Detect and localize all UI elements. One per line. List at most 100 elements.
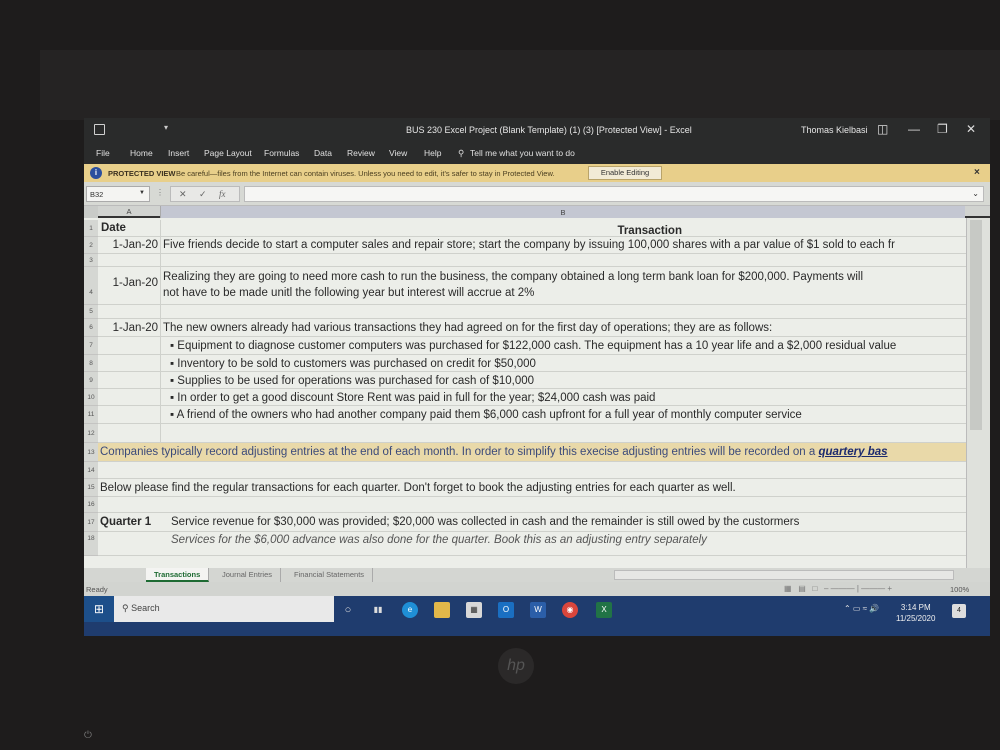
quick-access-dropdown-icon[interactable]: ▾ — [164, 123, 168, 132]
cell-a8[interactable] — [98, 355, 161, 371]
row-header[interactable]: 6 — [84, 319, 98, 337]
name-box[interactable]: B32 ▼ — [86, 186, 150, 202]
row-header[interactable]: 4 — [84, 267, 98, 305]
system-tray[interactable]: ⌃ ▭ ≈ 🔊 — [844, 604, 879, 613]
sheet-tab-journal-entries[interactable]: Journal Entries — [214, 568, 282, 582]
user-name[interactable]: Thomas Kielbasi — [801, 125, 868, 135]
insert-function-icon[interactable]: fx — [219, 189, 226, 199]
tab-file[interactable]: File — [96, 148, 110, 158]
save-icon[interactable] — [94, 124, 105, 135]
screen: ▾ BUS 230 Excel Project (Blank Template)… — [84, 118, 990, 636]
row-header[interactable]: 7 — [84, 337, 98, 355]
table-row: Below please find the regular transactio… — [98, 479, 966, 497]
clock[interactable]: 3:14 PM 11/25/2020 — [896, 602, 935, 624]
sheet-tab-transactions[interactable]: Transactions — [146, 568, 210, 582]
tab-help[interactable]: Help — [424, 148, 441, 158]
chevron-down-icon[interactable]: ▼ — [139, 190, 145, 196]
windows-start-icon[interactable]: ⊞ — [84, 596, 114, 622]
row-header[interactable]: 14 — [84, 462, 98, 479]
row-header[interactable]: 13 — [84, 443, 98, 462]
row-header[interactable]: 3 — [84, 254, 98, 267]
horizontal-scrollbar[interactable] — [614, 570, 954, 580]
cell-b10[interactable]: ▪ In order to get a good discount Store … — [168, 389, 657, 407]
cancel-icon[interactable]: ✕ — [179, 189, 187, 200]
cell-a13[interactable]: Companies typically record adjusting ent… — [100, 446, 888, 458]
sheet-tab-financial-statements[interactable]: Financial Statements — [286, 568, 374, 582]
view-buttons[interactable]: ▦ ▤ □ – ——— | ——— + — [784, 584, 892, 593]
cell-a9[interactable] — [98, 372, 161, 388]
store-icon[interactable]: ▦ — [466, 602, 482, 618]
file-explorer-icon[interactable] — [434, 602, 450, 618]
row-header[interactable]: 5 — [84, 305, 98, 319]
taskbar-search[interactable]: ⚲ Search — [114, 596, 334, 622]
formula-input[interactable]: ⌄ — [244, 186, 984, 202]
cell-b7[interactable]: ▪ Equipment to diagnose customer compute… — [168, 337, 898, 355]
tab-insert[interactable]: Insert — [168, 148, 189, 158]
cell-b2[interactable]: Five friends decide to start a computer … — [161, 237, 897, 253]
cell-a1[interactable]: Date — [98, 220, 161, 236]
clock-time: 3:14 PM — [900, 603, 931, 612]
column-header-b[interactable]: B — [161, 206, 965, 218]
row-header[interactable]: 16 — [84, 497, 98, 513]
scroll-thumb[interactable] — [970, 220, 982, 430]
row-header[interactable]: 12 — [84, 424, 98, 443]
zoom-level[interactable]: 100% — [950, 585, 969, 594]
expand-formula-bar-icon[interactable]: ⌄ — [972, 189, 979, 198]
restore-icon[interactable]: ❐ — [937, 122, 948, 136]
cell-b4[interactable]: Realizing they are going to need more ca… — [161, 267, 865, 303]
cell-a10[interactable] — [98, 389, 161, 405]
lightbulb-icon: ⚲ — [458, 148, 465, 158]
tab-home[interactable]: Home — [130, 148, 153, 158]
cell-b8[interactable]: ▪ Inventory to be sold to customers was … — [168, 355, 538, 373]
tell-me-search[interactable]: Tell me what you want to do — [470, 148, 575, 158]
task-view-icon[interactable]: ▮▮ — [370, 602, 386, 618]
cell-b6[interactable]: The new owners already had various trans… — [161, 319, 774, 337]
row-header[interactable]: 15 — [84, 479, 98, 497]
cell-a12[interactable] — [98, 424, 161, 442]
chrome-icon[interactable]: ◉ — [562, 602, 578, 618]
minimize-icon[interactable]: — — [908, 122, 920, 136]
cell-a2[interactable]: 1-Jan-20 — [98, 237, 161, 253]
tab-view[interactable]: View — [389, 148, 407, 158]
tab-review[interactable]: Review — [347, 148, 375, 158]
cell-a6[interactable]: 1-Jan-20 — [98, 319, 161, 336]
word-icon[interactable]: W — [530, 602, 546, 618]
edge-icon[interactable]: e — [402, 602, 418, 618]
enable-editing-button[interactable]: Enable Editing — [588, 166, 662, 180]
vertical-scrollbar[interactable] — [966, 218, 990, 568]
cell-a7[interactable] — [98, 337, 161, 354]
row-header[interactable]: 2 — [84, 237, 98, 254]
tab-formulas[interactable]: Formulas — [264, 148, 299, 158]
notifications-icon[interactable]: 4 — [952, 604, 966, 618]
enter-icon[interactable]: ✓ — [199, 189, 207, 200]
select-all-button[interactable] — [84, 206, 98, 218]
excel-icon[interactable]: X — [596, 602, 612, 618]
row-header[interactable]: 18 — [84, 532, 98, 556]
cell-b17[interactable]: Service revenue for $30,000 was provided… — [171, 516, 799, 528]
tab-data[interactable]: Data — [314, 148, 332, 158]
cell-b18[interactable]: Services for the $6,000 advance was also… — [171, 534, 707, 546]
cell-b9[interactable]: ▪ Supplies to be used for operations was… — [168, 372, 536, 390]
cell-b11[interactable]: ▪ A friend of the owners who had another… — [168, 406, 804, 424]
row-header[interactable]: 10 — [84, 389, 98, 406]
close-message-bar-icon[interactable]: × — [974, 167, 980, 178]
tab-page-layout[interactable]: Page Layout — [204, 148, 252, 158]
cell-a4[interactable]: 1-Jan-20 — [98, 267, 161, 304]
cell-a3[interactable] — [98, 254, 161, 266]
ribbon-display-icon[interactable]: ◫ — [877, 122, 888, 136]
spreadsheet-grid[interactable]: A B 1 Date Transaction 2 1-Jan-20 Five f… — [84, 206, 990, 568]
cell-a17[interactable]: Quarter 1 — [100, 516, 151, 528]
cell-a15[interactable]: Below please find the regular transactio… — [100, 482, 736, 494]
row-header[interactable]: 9 — [84, 372, 98, 389]
cell-b1[interactable]: Transaction — [161, 220, 966, 237]
outlook-icon[interactable]: O — [498, 602, 514, 618]
row-header[interactable]: 17 — [84, 513, 98, 532]
column-header-a[interactable]: A — [98, 206, 161, 218]
close-icon[interactable]: ✕ — [966, 122, 976, 136]
row-header[interactable]: 11 — [84, 406, 98, 424]
cell-a5[interactable] — [98, 305, 161, 318]
cell-a11[interactable] — [98, 406, 161, 423]
cortana-icon[interactable]: ○ — [340, 602, 356, 618]
row-header[interactable]: 1 — [84, 220, 98, 237]
row-header[interactable]: 8 — [84, 355, 98, 372]
